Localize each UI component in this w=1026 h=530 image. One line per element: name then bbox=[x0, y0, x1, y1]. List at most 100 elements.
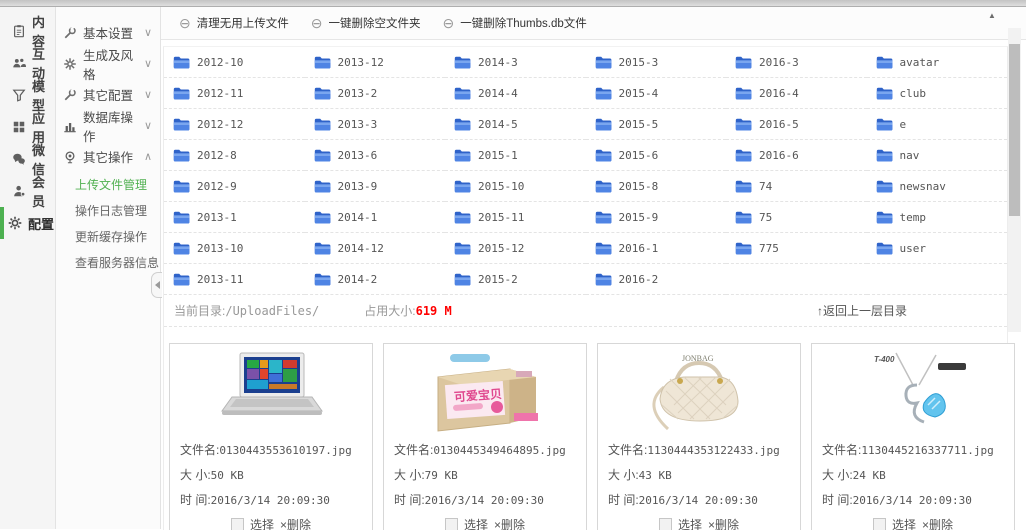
back-to-parent-link[interactable]: ↑返回上一层目录 bbox=[817, 302, 907, 319]
folder-item[interactable]: 2012-11 bbox=[164, 78, 305, 109]
select-label: 选择 bbox=[678, 516, 702, 530]
folder-item[interactable]: 2016-5 bbox=[726, 109, 867, 140]
folder-item[interactable]: 2015-3 bbox=[586, 47, 727, 78]
status-row: 当前目录: /UploadFiles/ 占用大小: 619 M ↑返回上一层目录 bbox=[164, 295, 1007, 327]
folder-item[interactable]: 2015-6 bbox=[586, 140, 727, 171]
delete-link[interactable]: ×删除 bbox=[922, 516, 953, 530]
toolbar-button-0[interactable]: ⊖ 清理无用上传文件 bbox=[179, 15, 289, 31]
people-icon bbox=[12, 56, 27, 71]
delete-link[interactable]: ×删除 bbox=[280, 516, 311, 530]
submenu-item-0[interactable]: 上传文件管理 bbox=[56, 172, 160, 198]
folder-item[interactable]: 2015-9 bbox=[586, 202, 727, 233]
folder-item[interactable]: 2015-1 bbox=[445, 140, 586, 171]
folder-item[interactable]: 2013-3 bbox=[305, 109, 446, 140]
delete-link[interactable]: ×删除 bbox=[708, 516, 739, 530]
folder-item[interactable]: 2016-6 bbox=[726, 140, 867, 171]
delete-link[interactable]: ×删除 bbox=[494, 516, 525, 530]
sidebar-item-3[interactable]: 应用 bbox=[0, 111, 55, 143]
sidebar-item-6[interactable]: 配置 bbox=[0, 207, 55, 239]
folder-item[interactable]: 2016-3 bbox=[726, 47, 867, 78]
scrollbar-thumb[interactable] bbox=[1009, 44, 1020, 216]
folder-item[interactable]: 2013-11 bbox=[164, 264, 305, 295]
folder-item[interactable]: 2016-2 bbox=[586, 264, 727, 295]
folder-item[interactable]: 2014-3 bbox=[445, 47, 586, 78]
folder-name: 2014-1 bbox=[338, 211, 378, 224]
folder-icon bbox=[595, 211, 612, 224]
folder-item[interactable]: 2014-1 bbox=[305, 202, 446, 233]
folder-item[interactable]: 2012-8 bbox=[164, 140, 305, 171]
folder-item[interactable]: user bbox=[867, 233, 1008, 264]
folder-icon bbox=[876, 211, 893, 224]
folder-icon bbox=[173, 180, 190, 193]
submenu-item-1[interactable]: 操作日志管理 bbox=[56, 198, 160, 224]
folder-item[interactable]: 2012-9 bbox=[164, 171, 305, 202]
folder-item[interactable]: 2014-2 bbox=[305, 264, 446, 295]
toolbar-button-2[interactable]: ⊖ 一键删除Thumbs.db文件 bbox=[442, 15, 586, 31]
sidebar-item-1[interactable]: 互动 bbox=[0, 47, 55, 79]
file-card: T-400 文件名:1130445216337711.jpg 大 小:24 KB… bbox=[811, 343, 1015, 530]
menu-group-1[interactable]: 生成及风格 ∨ bbox=[56, 48, 160, 79]
menu-group-0[interactable]: 基本设置 ∨ bbox=[56, 17, 160, 48]
folder-item[interactable]: 2013-9 bbox=[305, 171, 446, 202]
folder-item[interactable]: 2013-1 bbox=[164, 202, 305, 233]
folder-item[interactable]: 2015-10 bbox=[445, 171, 586, 202]
folder-item[interactable]: 2012-10 bbox=[164, 47, 305, 78]
toolbar-button-1[interactable]: ⊖ 一键删除空文件夹 bbox=[311, 15, 421, 31]
folder-item[interactable]: 2015-2 bbox=[445, 264, 586, 295]
folder-item[interactable]: e bbox=[867, 109, 1008, 140]
submenu-item-3[interactable]: 查看服务器信息 bbox=[56, 250, 160, 276]
folder-name: 2015-9 bbox=[619, 211, 659, 224]
folder-name: 775 bbox=[759, 242, 779, 255]
folder-item[interactable]: 2013-2 bbox=[305, 78, 446, 109]
select-label: 选择 bbox=[250, 516, 274, 530]
folder-name: nav bbox=[900, 149, 920, 162]
folder-name: 2015-1 bbox=[478, 149, 518, 162]
select-label: 选择 bbox=[892, 516, 916, 530]
folder-name: 2015-11 bbox=[478, 211, 524, 224]
folder-item[interactable]: newsnav bbox=[867, 171, 1008, 202]
menu-group-4[interactable]: 其它操作 ∧ bbox=[56, 141, 160, 172]
funnel-icon bbox=[12, 88, 27, 103]
folder-item[interactable]: 2015-11 bbox=[445, 202, 586, 233]
folder-item[interactable]: temp bbox=[867, 202, 1008, 233]
menu-group-3[interactable]: 数据库操作 ∨ bbox=[56, 110, 160, 141]
sidebar-item-2[interactable]: 模型 bbox=[0, 79, 55, 111]
folder-name: 2013-9 bbox=[338, 180, 378, 193]
select-checkbox[interactable] bbox=[231, 518, 244, 530]
menu-group-2[interactable]: 其它配置 ∨ bbox=[56, 79, 160, 110]
select-checkbox[interactable] bbox=[873, 518, 886, 530]
file-time-label: 时 间: bbox=[608, 493, 639, 507]
folder-item[interactable]: 775 bbox=[726, 233, 867, 264]
folder-item[interactable]: 2013-12 bbox=[305, 47, 446, 78]
folder-icon bbox=[454, 56, 471, 69]
folder-item[interactable]: 2016-4 bbox=[726, 78, 867, 109]
file-size-label: 大 小: bbox=[394, 468, 425, 482]
folder-item[interactable]: 2015-4 bbox=[586, 78, 727, 109]
folder-item[interactable]: 2013-10 bbox=[164, 233, 305, 264]
folder-item[interactable]: 74 bbox=[726, 171, 867, 202]
minus-circle-icon: ⊖ bbox=[442, 16, 454, 30]
folder-item[interactable]: 2013-6 bbox=[305, 140, 446, 171]
select-checkbox[interactable] bbox=[659, 518, 672, 530]
folder-item[interactable]: 2014-4 bbox=[445, 78, 586, 109]
folder-item[interactable]: 2012-12 bbox=[164, 109, 305, 140]
sidebar-item-4[interactable]: 微信 bbox=[0, 143, 55, 175]
scroll-top-icon[interactable]: ▲ bbox=[988, 11, 996, 20]
folder-item[interactable]: 2015-5 bbox=[586, 109, 727, 140]
select-checkbox[interactable] bbox=[445, 518, 458, 530]
folder-item[interactable]: 2014-5 bbox=[445, 109, 586, 140]
folder-item[interactable]: 2015-8 bbox=[586, 171, 727, 202]
submenu-item-label: 上传文件管理 bbox=[75, 178, 147, 192]
folder-item[interactable]: 75 bbox=[726, 202, 867, 233]
folder-item[interactable]: club bbox=[867, 78, 1008, 109]
folder-item[interactable]: 2015-12 bbox=[445, 233, 586, 264]
folder-item[interactable]: 2014-12 bbox=[305, 233, 446, 264]
folder-item[interactable]: avatar bbox=[867, 47, 1008, 78]
sidebar-item-0[interactable]: 内容 bbox=[0, 15, 55, 47]
folder-item[interactable]: 2016-1 bbox=[586, 233, 727, 264]
sidebar-item-5[interactable]: 会员 bbox=[0, 175, 55, 207]
folder-name: 2013-6 bbox=[338, 149, 378, 162]
folder-item[interactable]: nav bbox=[867, 140, 1008, 171]
submenu-item-2[interactable]: 更新缓存操作 bbox=[56, 224, 160, 250]
sidebar-collapse-handle[interactable] bbox=[151, 272, 162, 298]
